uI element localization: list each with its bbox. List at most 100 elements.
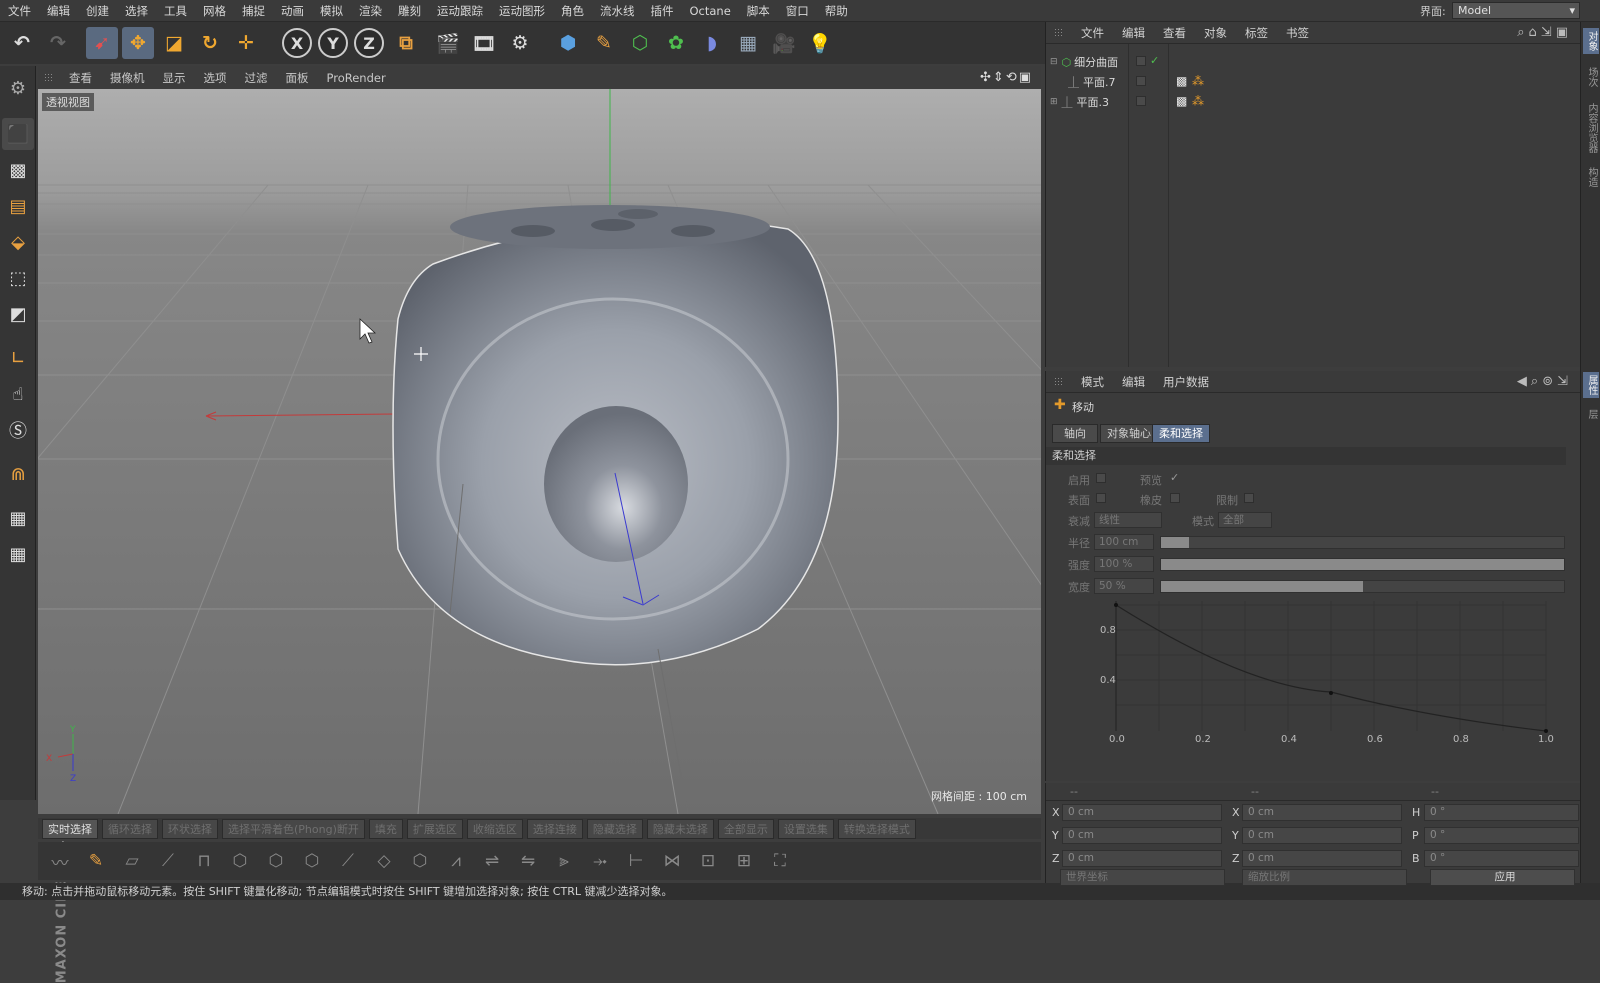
menu-plugins[interactable]: 插件: [643, 3, 682, 19]
tab-axis[interactable]: 轴向: [1052, 424, 1098, 443]
render-view-icon[interactable]: 🎬: [432, 27, 464, 59]
position-z-field[interactable]: 0 cm: [1062, 850, 1222, 867]
viewport-menu-prorender[interactable]: ProRender: [318, 71, 395, 85]
visibility-toggle[interactable]: [1136, 56, 1146, 66]
menu-tools[interactable]: 工具: [156, 3, 195, 19]
size-z-field[interactable]: 0 cm: [1242, 850, 1402, 867]
menu-mesh[interactable]: 网格: [195, 3, 234, 19]
texture-tag-icon[interactable]: ⁂: [1192, 74, 1204, 88]
coordinate-system-icon[interactable]: ⧉: [390, 27, 422, 59]
object-name[interactable]: 平面.3: [1077, 94, 1110, 110]
radius-slider[interactable]: [1160, 536, 1565, 549]
x-axis-icon[interactable]: X: [282, 28, 312, 58]
points-mode-icon[interactable]: ⬙: [2, 226, 34, 258]
render-picture-viewer-icon[interactable]: 🎞: [468, 27, 500, 59]
menu-character[interactable]: 角色: [553, 3, 592, 19]
viewport-menu-view[interactable]: 查看: [60, 70, 101, 86]
hide-unselected-button[interactable]: 隐藏未选择: [646, 818, 714, 839]
object-row[interactable]: ⊞ ⏊ 平面.3 ▩ ⁂: [1046, 92, 1581, 112]
knife-icon[interactable]: ⟋: [152, 845, 184, 877]
cube-icon[interactable]: ⬢: [552, 27, 584, 59]
position-y-field[interactable]: 0 cm: [1062, 827, 1222, 844]
model-mode-icon[interactable]: ⬛: [2, 118, 34, 150]
attr-menu-edit[interactable]: 编辑: [1113, 374, 1154, 390]
y-axis-icon[interactable]: Y: [318, 28, 348, 58]
convert-selection-button[interactable]: 转换选择模式: [837, 818, 916, 839]
collapse-icon[interactable]: ⊟: [1050, 57, 1058, 67]
unhide-all-button[interactable]: 全部显示: [717, 818, 774, 839]
tab-takes[interactable]: 场次: [1583, 64, 1599, 90]
scale-dropdown[interactable]: 缩放比例: [1242, 869, 1407, 886]
viewport-menu-filter[interactable]: 过滤: [236, 70, 277, 86]
size-y-field[interactable]: 0 cm: [1242, 827, 1402, 844]
menu-simulate[interactable]: 模拟: [312, 3, 351, 19]
viewport-menu-cameras[interactable]: 摄像机: [101, 70, 154, 86]
curve-point[interactable]: [1329, 691, 1333, 695]
magnet-icon[interactable]: ⋒: [2, 458, 34, 490]
subdivide-icon[interactable]: ⊞: [728, 845, 760, 877]
camera-icon[interactable]: 🎥: [768, 27, 800, 59]
snap-icon[interactable]: Ⓢ: [2, 414, 34, 446]
menu-file[interactable]: 文件: [0, 3, 39, 19]
menu-window[interactable]: 窗口: [778, 3, 817, 19]
falloff-dropdown[interactable]: 线性: [1094, 512, 1162, 528]
move-last-icon[interactable]: ✛: [230, 27, 262, 59]
tweak-mode-icon[interactable]: ☝: [2, 378, 34, 410]
object-row[interactable]: ⏊ 平面.7 ▩ ⁂: [1046, 72, 1581, 92]
menu-mograph[interactable]: 运动图形: [491, 3, 553, 19]
perspective-viewport[interactable]: Y X Z 透视视图 网格间距 : 100 cm: [38, 89, 1041, 814]
spline-icon[interactable]: 〰: [44, 845, 76, 877]
viewport-nav-icons[interactable]: ✣⇕⟲▣: [980, 70, 1033, 85]
plane-cut-icon[interactable]: ◇: [368, 845, 400, 877]
floor-icon[interactable]: ▦: [732, 27, 764, 59]
tab-content-browser[interactable]: 内容浏览器: [1583, 100, 1599, 156]
object-name[interactable]: 细分曲面: [1074, 54, 1118, 70]
lock-workplane-icon[interactable]: ▦: [2, 502, 34, 534]
make-editable-icon[interactable]: ⚙: [2, 72, 34, 104]
tab-object-axis[interactable]: 对象轴心: [1100, 424, 1158, 443]
menu-motion-tracker[interactable]: 运动跟踪: [429, 3, 491, 19]
menu-octane[interactable]: Octane: [682, 4, 739, 18]
visibility-toggle[interactable]: [1136, 96, 1146, 106]
menu-pipeline[interactable]: 流水线: [592, 3, 643, 19]
extrude-inner-icon[interactable]: ⬡: [260, 845, 292, 877]
hide-selected-button[interactable]: 隐藏选择: [586, 818, 643, 839]
shrink-selection-button[interactable]: 收缩选区: [466, 818, 523, 839]
ring-selection-button[interactable]: 环状选择: [162, 818, 218, 839]
pen-icon[interactable]: ✎: [588, 27, 620, 59]
bridge-icon[interactable]: ⊓: [188, 845, 220, 877]
menu-edit[interactable]: 编辑: [39, 3, 78, 19]
radius-field[interactable]: 100 cm: [1094, 534, 1154, 550]
viewport-menu-options[interactable]: 选项: [195, 70, 236, 86]
phong-break-selection-button[interactable]: 选择平滑着色(Phong)断开: [222, 818, 365, 839]
grow-selection-button[interactable]: 扩展选区: [406, 818, 463, 839]
viewport-menu-display[interactable]: 显示: [154, 70, 195, 86]
extrude-icon[interactable]: ⬡: [224, 845, 256, 877]
axis-mode-icon[interactable]: ∟: [2, 342, 34, 374]
polygon-pen-icon[interactable]: ⩘: [440, 845, 472, 877]
menu-select[interactable]: 选择: [117, 3, 156, 19]
menu-script[interactable]: 脚本: [739, 3, 778, 19]
object-menu-file[interactable]: 文件: [1072, 25, 1113, 41]
select-connected-button[interactable]: 选择连接: [526, 818, 583, 839]
viewport-menu-panel[interactable]: 面板: [277, 70, 318, 86]
object-menu-tags[interactable]: 标签: [1236, 25, 1277, 41]
attr-menu-user-data[interactable]: 用户数据: [1154, 374, 1218, 390]
rotation-h-field[interactable]: 0 °: [1424, 804, 1579, 821]
move-icon[interactable]: ✥: [122, 27, 154, 59]
mirror-icon[interactable]: ⋈: [656, 845, 688, 877]
loop-cut-icon[interactable]: ⬡: [404, 845, 436, 877]
tab-soft-selection[interactable]: 柔和选择: [1152, 424, 1210, 443]
tab-objects[interactable]: 对象: [1583, 28, 1599, 54]
checker-tag-icon[interactable]: ▩: [1176, 94, 1187, 108]
undo-icon[interactable]: ↶: [6, 27, 38, 59]
light-icon[interactable]: 💡: [804, 27, 836, 59]
object-manager-nav-icons[interactable]: ⌕⌂⇲▣: [1517, 25, 1572, 40]
tab-layers[interactable]: 层: [1583, 406, 1599, 422]
live-selection-icon[interactable]: ➹: [86, 27, 118, 59]
object-menu-bookmarks[interactable]: 书签: [1277, 25, 1318, 41]
menu-render[interactable]: 渲染: [351, 3, 390, 19]
object-row[interactable]: ⊟ ⬡ 细分曲面 ✓: [1046, 52, 1581, 72]
weld-icon[interactable]: ⇌: [476, 845, 508, 877]
line-cut-icon[interactable]: ⟋: [332, 845, 364, 877]
